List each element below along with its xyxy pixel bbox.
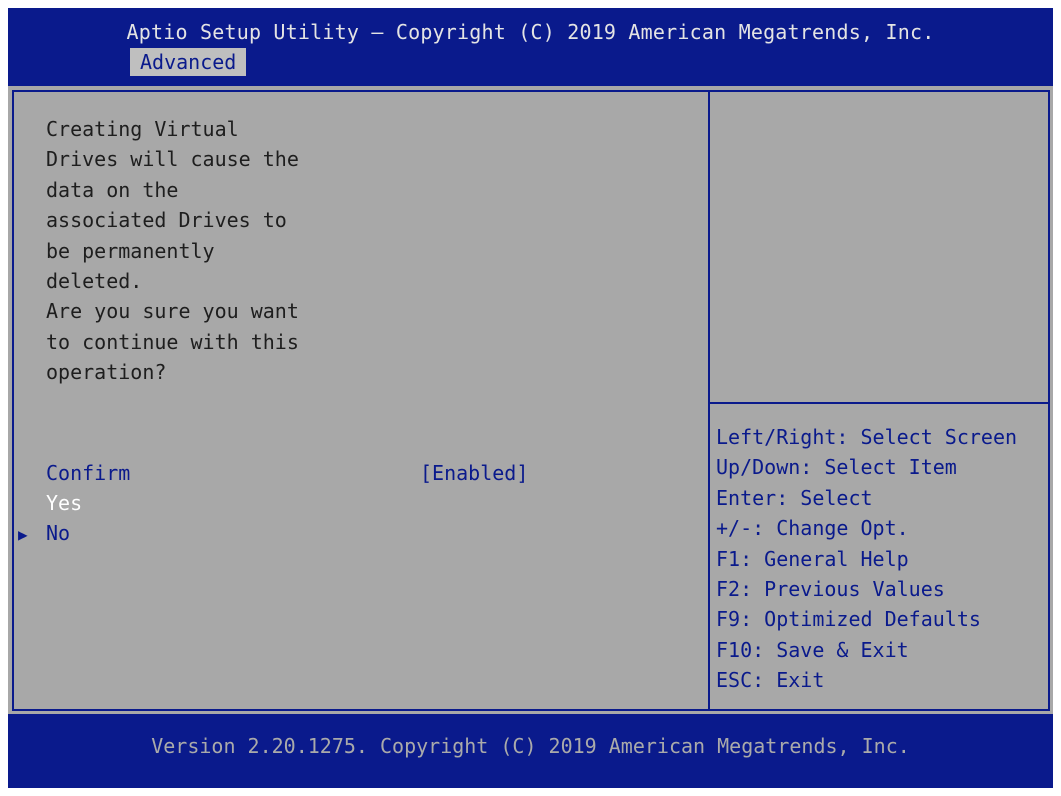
confirm-value[interactable]: [Enabled]	[420, 458, 528, 488]
help-line: F9: Optimized Defaults	[716, 607, 981, 632]
warning-line: Are you sure you want	[46, 299, 299, 324]
warning-line: Creating Virtual	[46, 117, 239, 141]
help-line: Up/Down: Select Item	[716, 455, 957, 480]
help-line: F10: Save & Exit	[716, 637, 909, 662]
tab-advanced[interactable]: Advanced	[130, 48, 247, 76]
warning-line: associated Drives to	[46, 208, 287, 233]
help-line: F1: General Help	[716, 546, 909, 571]
bios-screen: Aptio Setup Utility – Copyright (C) 2019…	[8, 8, 1053, 788]
warning-line: Drives will cause the	[46, 147, 299, 172]
confirm-option[interactable]: Confirm [Enabled]	[46, 458, 646, 488]
footer-bar: Version 2.20.1275. Copyright (C) 2019 Am…	[8, 714, 1053, 788]
title-bar: Aptio Setup Utility – Copyright (C) 2019…	[8, 8, 1053, 86]
help-line: Enter: Select	[716, 485, 873, 510]
confirm-label: Confirm	[46, 461, 131, 485]
warning-message: Creating Virtual Drives will cause the d…	[46, 114, 366, 388]
version-text: Version 2.20.1275. Copyright (C) 2019 Am…	[151, 734, 910, 758]
selected-arrow-icon: ▶	[18, 525, 28, 544]
yes-option[interactable]: Yes	[46, 488, 82, 518]
help-line: Left/Right: Select Screen	[716, 425, 1018, 449]
main-area: Creating Virtual Drives will cause the d…	[8, 86, 1053, 714]
help-divider-horizontal	[710, 402, 1048, 404]
warning-line: data on the	[46, 177, 179, 202]
no-option[interactable]: No	[46, 518, 70, 548]
utility-title: Aptio Setup Utility – Copyright (C) 2019…	[126, 20, 935, 44]
warning-line: deleted.	[46, 269, 143, 294]
warning-line: be permanently	[46, 238, 215, 263]
warning-line: operation?	[46, 360, 167, 385]
panel-divider-vertical	[708, 90, 710, 711]
help-line: ESC: Exit	[716, 668, 825, 693]
help-line: +/-: Change Opt.	[716, 516, 909, 541]
help-line: F2: Previous Values	[716, 577, 945, 602]
warning-line: to continue with this	[46, 329, 299, 354]
help-panel: Left/Right: Select Screen Up/Down: Selec…	[716, 422, 1048, 696]
